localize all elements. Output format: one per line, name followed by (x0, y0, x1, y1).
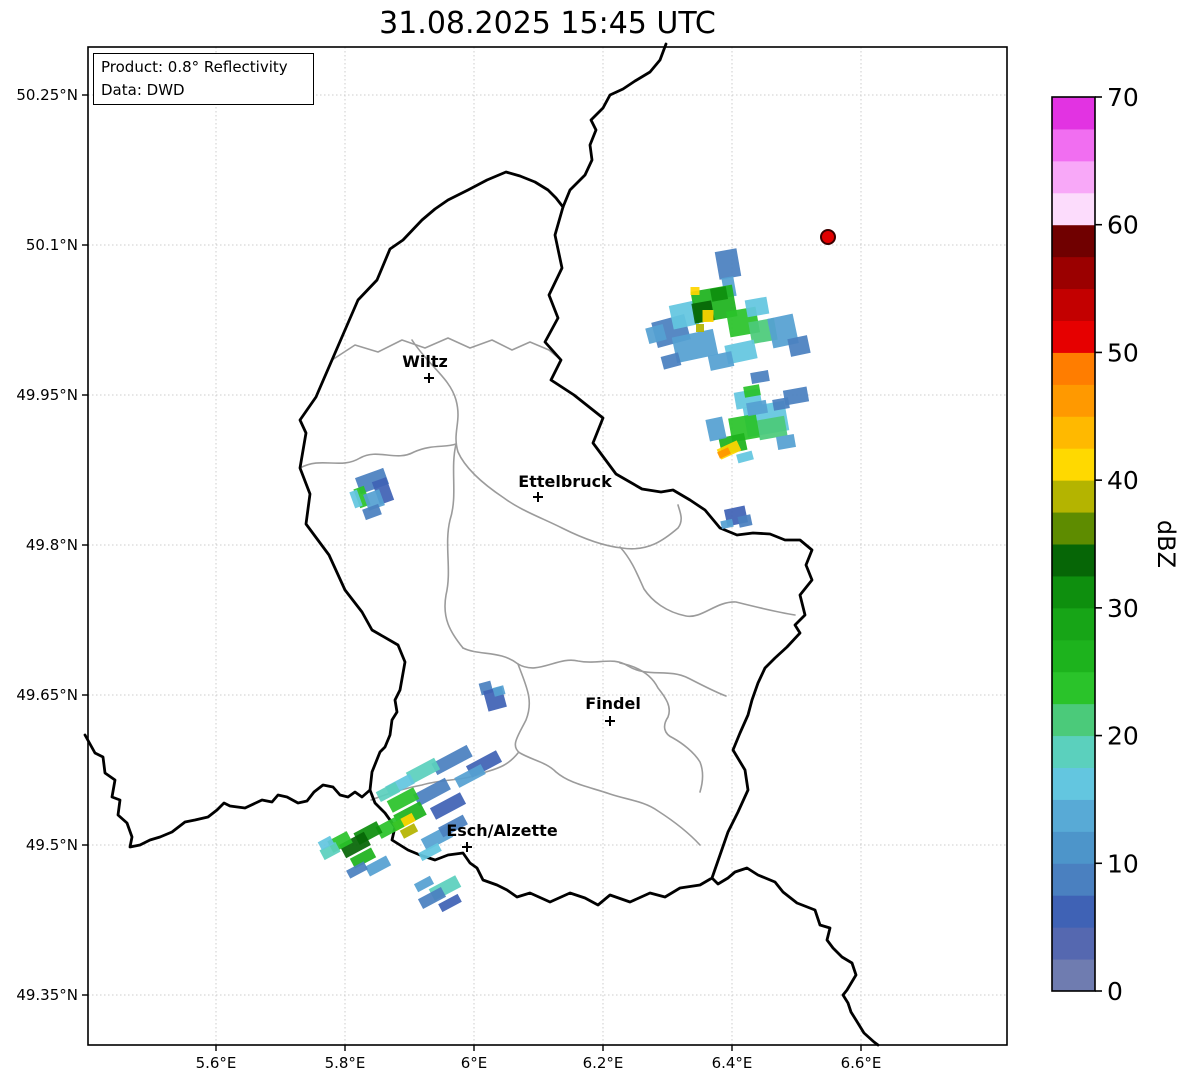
radar-map-figure: 31.08.2025 15:45 UTC Product: 0.8° Refle… (0, 0, 1184, 1081)
point-marker-layer (820, 229, 836, 245)
colorbar-tick-label: 30 (1107, 594, 1139, 623)
canton-border-remich-west (619, 662, 704, 793)
colorbar-tick-label: 50 (1107, 338, 1139, 367)
colorbar-segment (1052, 544, 1095, 577)
canton-border-luxembourg-pocket (514, 663, 701, 846)
radar-echo-cell (709, 286, 729, 302)
radar-echo-cell (696, 324, 704, 332)
gridline-layer (88, 47, 1007, 1045)
colorbar-segment (1052, 192, 1095, 226)
product-info-line1: Product: 0.8° Reflectivity (101, 58, 288, 76)
colorbar-segment (1052, 288, 1095, 321)
x-tick-label: 6°E (461, 1054, 488, 1072)
colorbar-segment (1052, 575, 1095, 609)
colorbar-segment (1052, 799, 1095, 832)
city-label: Wiltz (402, 352, 448, 371)
city-label: Esch/Alzette (446, 821, 558, 840)
country-border-north-extension (561, 42, 668, 209)
colorbar-tick-label: 10 (1107, 849, 1139, 878)
axis-label-layer: 5.6°E 5.8°E 6°E 6.2°E 6.4°E 6.6°E 50.25°N 50.1°… (16, 86, 881, 1072)
y-tick-label: 49.8°N (26, 536, 78, 554)
x-tick-label: 5.8°E (325, 1054, 366, 1072)
colorbar: 0 10 20 30 40 50 60 70 dBZ (1051, 83, 1180, 1006)
plot-title: 31.08.2025 15:45 UTC (379, 6, 716, 41)
radar-echo-cell (702, 310, 714, 322)
colorbar-segment (1052, 703, 1095, 737)
colorbar-tick-label: 60 (1107, 211, 1139, 240)
city-marker (462, 842, 472, 852)
city-label: Findel (585, 694, 641, 713)
colorbar-segment (1052, 384, 1095, 417)
city-marker (605, 716, 615, 726)
radar-echo-cell (705, 416, 727, 442)
y-tick-label: 50.1°N (26, 236, 78, 254)
radar-echo-cell (690, 287, 700, 295)
colorbar-segment (1052, 671, 1095, 705)
map-frame (87, 46, 1008, 1046)
colorbar-tick-label: 40 (1107, 466, 1139, 495)
colorbar-tick-label: 20 (1107, 722, 1139, 751)
canton-border-wiltz-south (299, 443, 457, 469)
canton-border-grevenmacher (619, 546, 796, 618)
colorbar-segment (1052, 416, 1095, 449)
colorbar-segment (1052, 512, 1095, 545)
country-border-germany-france (710, 866, 880, 1047)
y-tick-label: 49.35°N (16, 986, 78, 1004)
colorbar-segment (1052, 831, 1095, 864)
x-tick-label: 6.6°E (841, 1054, 882, 1072)
colorbar-unit-label: dBZ (1152, 520, 1180, 568)
radar-echo-cell (744, 296, 770, 318)
colorbar-segment (1052, 639, 1095, 673)
colorbar-segment (1052, 895, 1095, 928)
x-tick-label: 6.4°E (712, 1054, 753, 1072)
radar-echo-cell (750, 370, 770, 384)
colorbar-segment (1052, 480, 1095, 513)
red-point-marker (820, 229, 836, 245)
colorbar-segment (1052, 735, 1095, 768)
colorbar-segment (1052, 607, 1095, 641)
colorbar-segment (1052, 767, 1095, 800)
colorbar-segment (1052, 128, 1095, 162)
y-tick-label: 49.5°N (26, 836, 78, 854)
country-border-luxembourg (298, 170, 814, 907)
x-tick-label: 5.6°E (196, 1054, 237, 1072)
product-info-line2: Data: DWD (101, 80, 185, 99)
radar-echo-cell (660, 352, 682, 370)
colorbar-segment (1052, 959, 1095, 992)
city-marker (424, 373, 434, 383)
y-tick-label: 50.25°N (16, 86, 78, 104)
colorbar-segment (1052, 927, 1095, 960)
colorbar-segment (1052, 320, 1095, 353)
colorbar-segment (1052, 224, 1095, 258)
x-tick-label: 6.2°E (583, 1054, 624, 1072)
colorbar-segment (1052, 863, 1095, 896)
city-label-layer: Wiltz Ettelbruck Findel Esch/Alzette (402, 352, 641, 852)
colorbar-segment (1052, 97, 1095, 130)
canton-border-center-vertical (444, 443, 464, 649)
radar-echo-cell (714, 248, 742, 280)
city-label: Ettelbruck (518, 472, 612, 491)
colorbar-segment (1052, 352, 1095, 385)
colorbar-segment (1052, 448, 1095, 481)
radar-echo-cell (736, 450, 754, 464)
y-tick-label: 49.65°N (16, 686, 78, 704)
colorbar-segment (1052, 160, 1095, 194)
colorbar-tick-label: 0 (1107, 977, 1123, 1006)
city-marker (533, 492, 543, 502)
colorbar-tick-label: 70 (1107, 83, 1139, 112)
map-canvas: WiltzEttelbruckFindelEsch/Alzette 5.6°E 5… (16, 42, 1180, 1072)
y-tick-label: 49.95°N (16, 386, 78, 404)
radar-echo-cell (772, 397, 790, 411)
product-info-box: Product: 0.8° Reflectivity Data: DWD (93, 53, 314, 105)
colorbar-segment (1052, 256, 1095, 290)
country-border-france-belgium (83, 733, 372, 849)
